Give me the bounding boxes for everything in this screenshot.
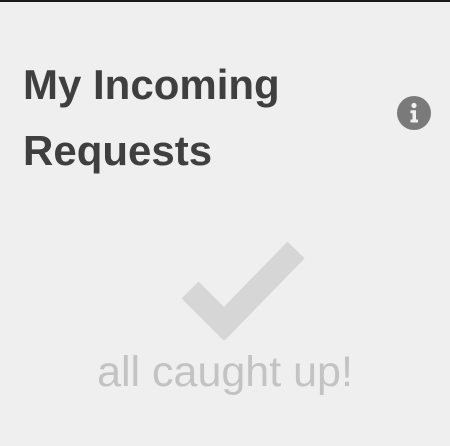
empty-state-message: all caught up! xyxy=(97,348,353,396)
panel-title: My Incoming Requests xyxy=(23,61,280,174)
info-icon[interactable] xyxy=(397,96,431,130)
checkmark-icon xyxy=(181,241,305,340)
incoming-requests-panel: My Incoming Requests all caught up! xyxy=(0,2,450,446)
